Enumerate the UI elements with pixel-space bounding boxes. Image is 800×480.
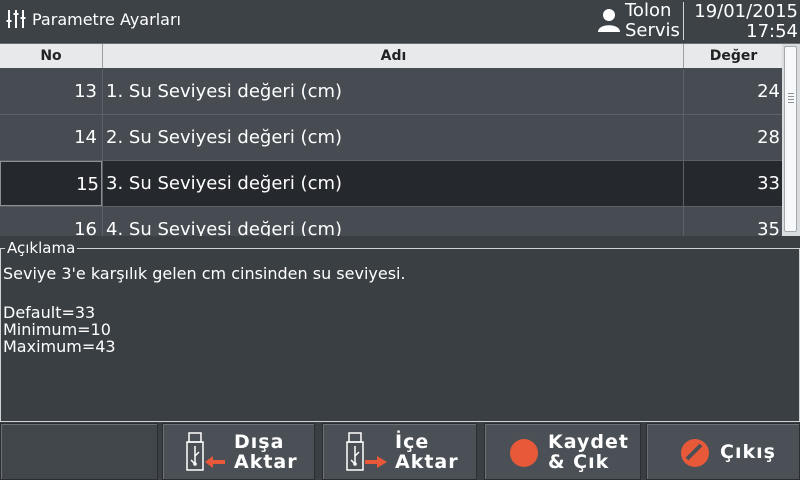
header-bar: Parametre Ayarları Tolon Servis 19/01/20…	[0, 0, 800, 42]
record-circle-icon	[510, 439, 538, 467]
description-legend: Açıklama	[5, 239, 78, 257]
row-name: 2. Su Seviyesi değeri (cm)	[102, 115, 682, 160]
header-divider	[683, 2, 684, 40]
export-button[interactable]: Dışa Aktar	[162, 423, 315, 480]
row-value[interactable]: 24	[683, 69, 780, 114]
table-row[interactable]: 16 4. Su Seviyesi değeri (cm) 35	[0, 207, 782, 236]
row-number: 14	[74, 127, 97, 148]
column-header-name[interactable]: Adı	[102, 44, 684, 68]
row-name: 3. Su Seviyesi değeri (cm)	[102, 161, 682, 206]
empty-button-slot	[0, 423, 158, 480]
export-label-line1: Dışa	[234, 431, 285, 453]
usb-export-icon	[186, 432, 225, 471]
save-label-line2: & Çık	[548, 451, 610, 473]
column-header-value[interactable]: Değer	[683, 44, 783, 68]
user-name-line2: Servis	[625, 20, 680, 41]
import-label-line1: İçe	[395, 431, 430, 453]
export-label: Dışa Aktar	[234, 432, 298, 472]
row-number: 16	[74, 219, 97, 236]
table-row[interactable]: 13 1. Su Seviyesi değeri (cm) 24	[0, 69, 782, 115]
user-name: Tolon Servis	[625, 1, 680, 41]
parameter-table: No Adı Değer 13 1. Su Seviyesi değeri (c…	[0, 43, 800, 236]
scroll-grip-line	[788, 93, 794, 94]
cancel-circle-icon	[681, 439, 709, 467]
scroll-grip-line	[788, 99, 794, 100]
row-number: 15	[0, 161, 102, 206]
settings-sliders-icon	[6, 10, 26, 28]
column-header-no[interactable]: No	[0, 44, 102, 68]
maximum-value: Maximum=43	[3, 337, 116, 356]
table-header: No Adı Değer	[0, 44, 782, 68]
save-exit-label: Kaydet & Çık	[548, 432, 629, 472]
time-text: 17:54	[746, 21, 798, 42]
save-exit-button[interactable]: Kaydet & Çık	[484, 423, 641, 480]
minimum-value: Minimum=10	[3, 320, 111, 339]
row-value[interactable]: 35	[683, 207, 780, 236]
user-icon	[598, 9, 620, 32]
table-row-selected[interactable]: 15 3. Su Seviyesi değeri (cm) 33	[0, 161, 782, 207]
import-label-line2: Aktar	[395, 451, 459, 473]
export-label-line2: Aktar	[234, 451, 298, 473]
row-name: 4. Su Seviyesi değeri (cm)	[102, 207, 682, 236]
scroll-grip-line	[788, 102, 794, 103]
page-title: Parametre Ayarları	[32, 10, 181, 29]
description-limits: Default=33 Minimum=10 Maximum=43	[3, 304, 116, 355]
row-value[interactable]: 33	[683, 161, 780, 206]
usb-import-icon	[346, 432, 387, 471]
save-label-line1: Kaydet	[548, 431, 629, 453]
import-button[interactable]: İçe Aktar	[322, 423, 477, 480]
scrollbar-thumb[interactable]	[784, 46, 797, 232]
description-panel: Açıklama Seviye 3'e karşılık gelen cm ci…	[0, 239, 800, 422]
description-text: Seviye 3'e karşılık gelen cm cinsinden s…	[3, 264, 406, 283]
row-number: 13	[74, 81, 97, 102]
exit-button[interactable]: Çıkış	[646, 423, 800, 480]
row-value[interactable]: 28	[683, 115, 780, 160]
default-value: Default=33	[3, 303, 96, 322]
import-label: İçe Aktar	[395, 432, 459, 472]
datetime: 19/01/2015 17:54	[686, 2, 798, 42]
row-name: 1. Su Seviyesi değeri (cm)	[102, 69, 682, 114]
bottom-toolbar: Dışa Aktar İçe Aktar Kaydet & Çık Çıkış	[0, 423, 800, 480]
table-row[interactable]: 14 2. Su Seviyesi değeri (cm) 28	[0, 115, 782, 161]
user-name-line1: Tolon	[625, 0, 672, 21]
scroll-grip-line	[788, 96, 794, 97]
exit-label: Çıkış	[720, 441, 776, 463]
date-text: 19/01/2015	[694, 1, 798, 22]
